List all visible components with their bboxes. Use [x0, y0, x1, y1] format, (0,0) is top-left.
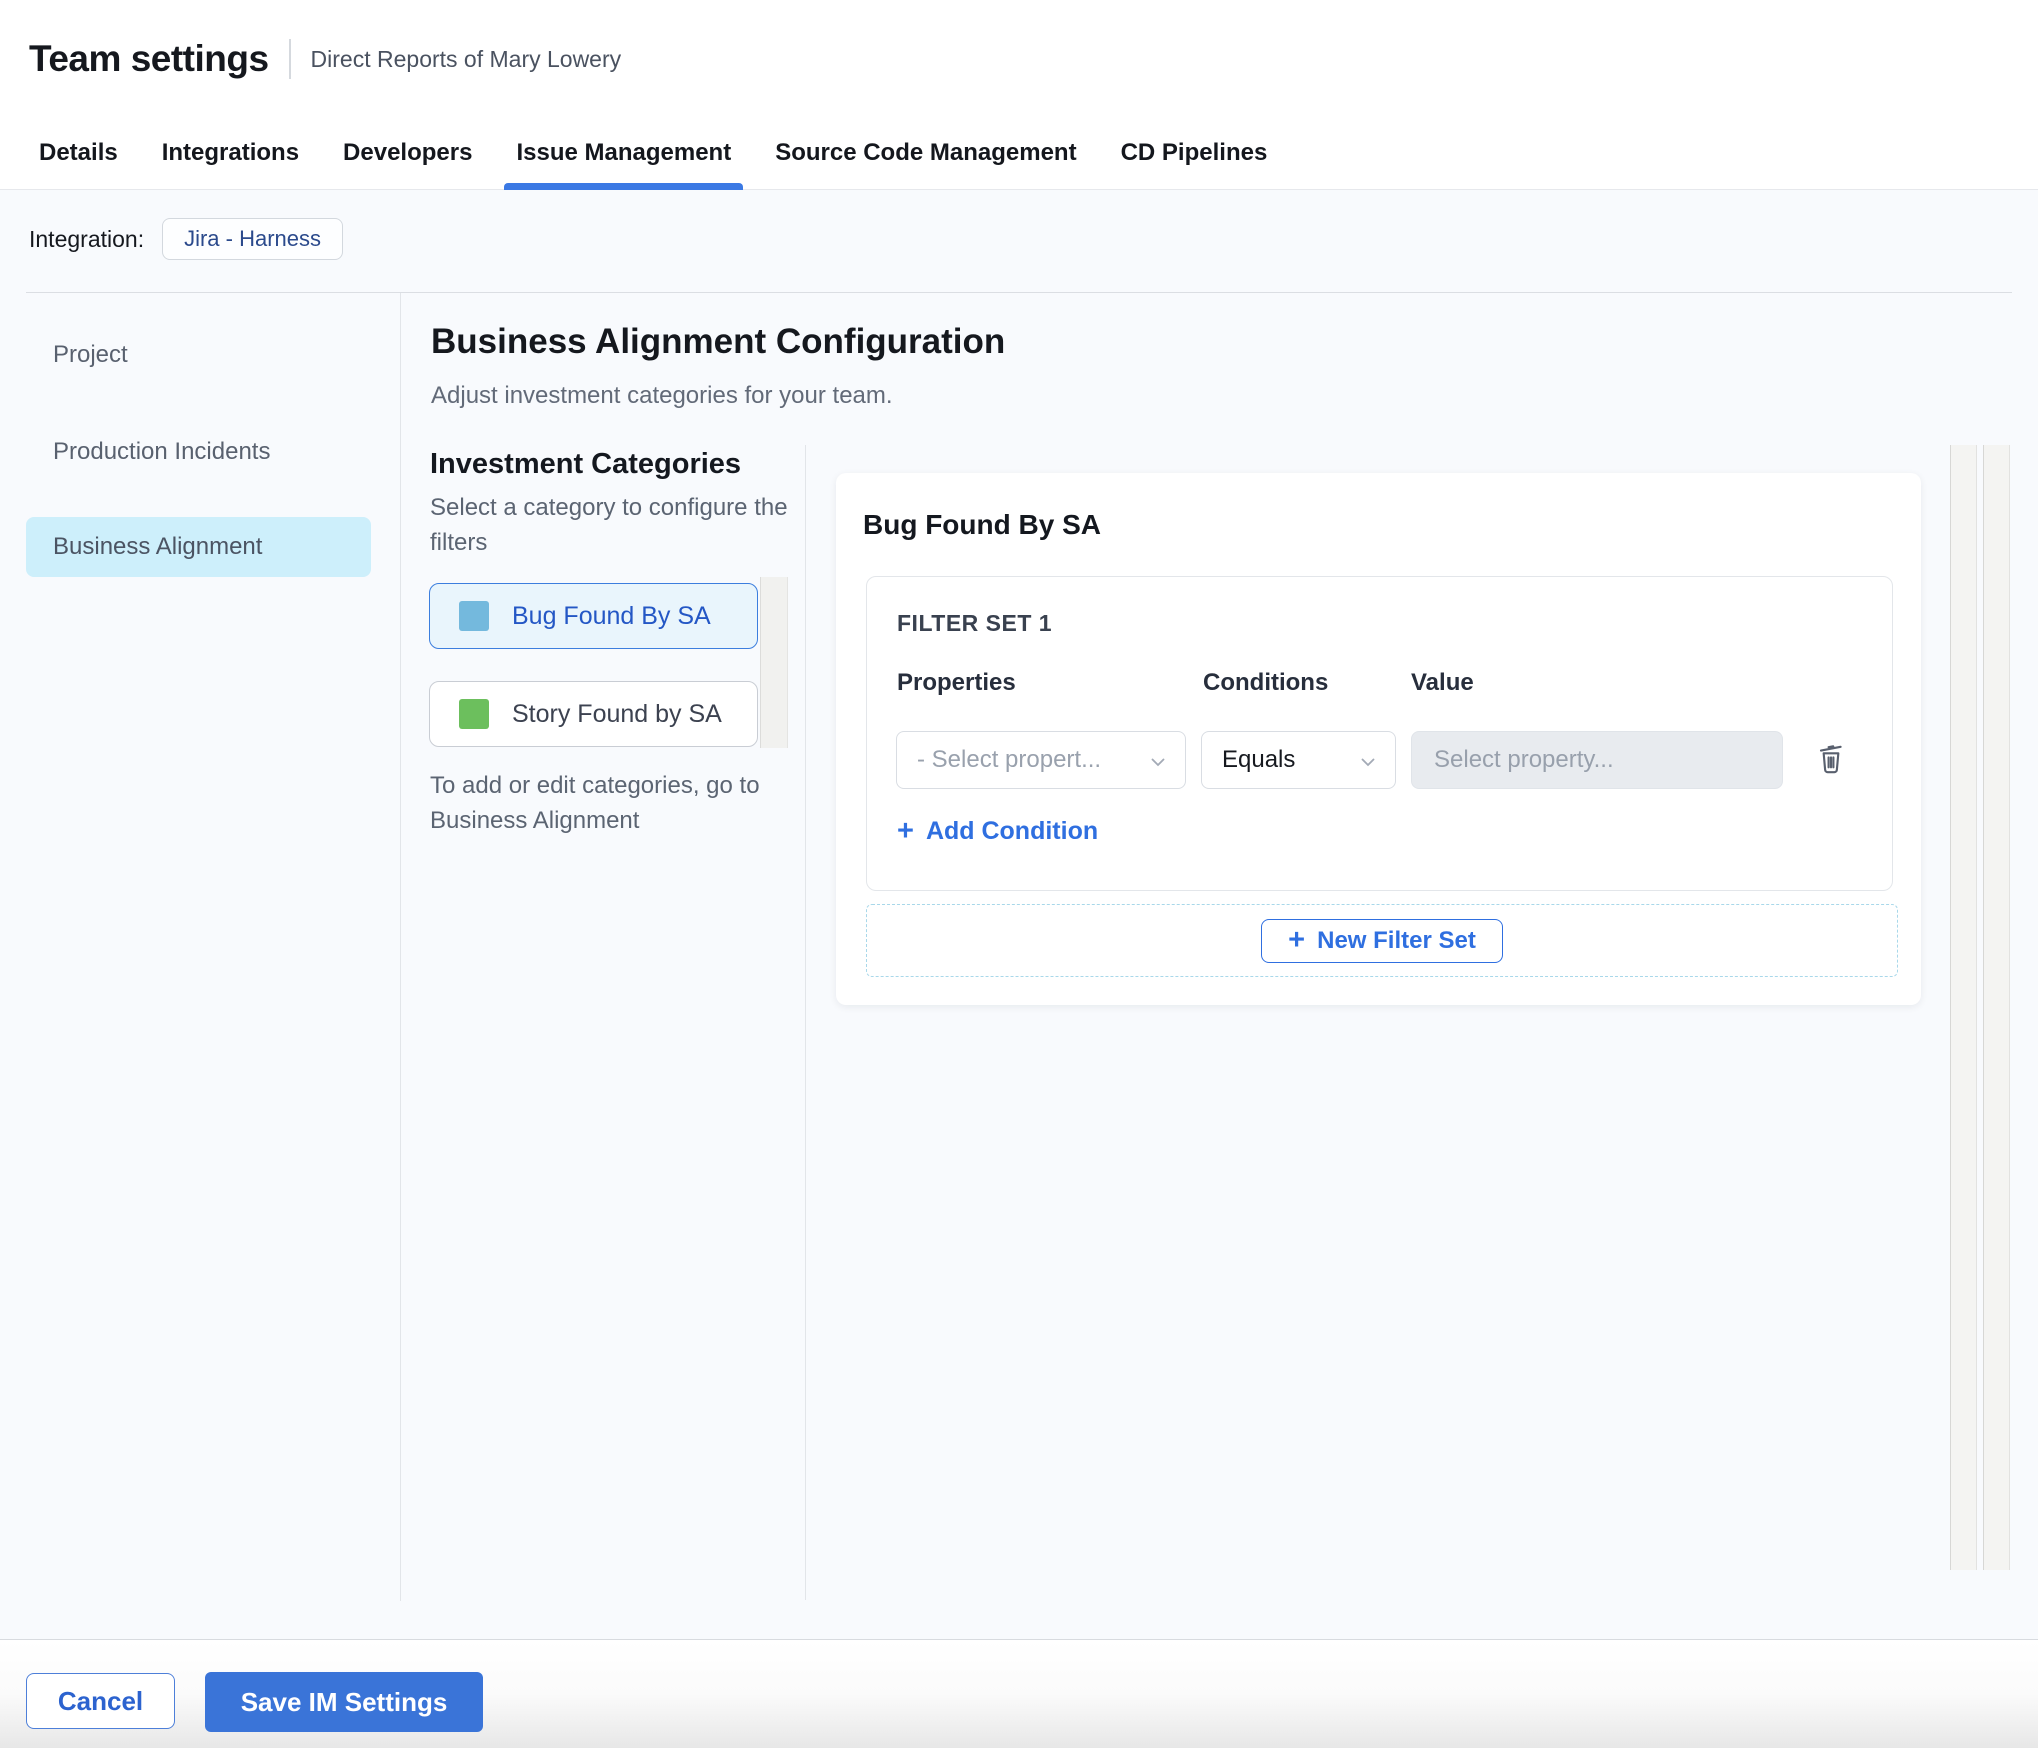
delete-condition-button[interactable] — [1811, 735, 1851, 783]
filter-set: FILTER SET 1 Properties Conditions Value… — [866, 576, 1893, 891]
add-condition-button[interactable]: + Add Condition — [897, 817, 1098, 846]
sidebar-item-business-alignment[interactable]: Business Alignment — [26, 517, 371, 577]
sidebar-divider — [400, 293, 401, 1601]
categories-note: To add or edit categories, go to Busines… — [430, 772, 760, 834]
tab-issue-management[interactable]: Issue Management — [504, 117, 743, 190]
page-title: Team settings — [29, 37, 269, 79]
tab-details[interactable]: Details — [39, 117, 118, 189]
category-bug-found-by-sa[interactable]: Bug Found By SA — [429, 583, 758, 649]
bug-category-swatch-icon — [459, 601, 489, 631]
value-column-header: Value — [1411, 669, 1474, 696]
investment-categories-title: Investment Categories — [430, 448, 742, 480]
page-header: Team settings Direct Reports of Mary Low… — [0, 0, 2038, 117]
new-filter-set-label: New Filter Set — [1317, 926, 1476, 954]
value-input[interactable] — [1411, 731, 1783, 789]
add-condition-label: Add Condition — [925, 817, 1099, 845]
horizontal-divider — [26, 292, 2012, 293]
team-settings-page: Team settings Direct Reports of Mary Low… — [0, 0, 2038, 1748]
chevron-down-icon — [1361, 746, 1375, 774]
new-filter-set-button[interactable]: + New Filter Set — [1261, 918, 1503, 963]
filter-card-title: Bug Found By SA — [863, 509, 1101, 540]
trash-icon — [1815, 739, 1847, 780]
tab-integrations[interactable]: Integrations — [162, 117, 299, 189]
save-im-settings-button[interactable]: Save IM Settings — [205, 1672, 483, 1732]
footer-bar: Cancel Save IM Settings — [0, 1639, 2038, 1748]
category-list-scrollbar[interactable] — [760, 577, 788, 748]
integration-chip[interactable]: Jira - Harness — [162, 218, 344, 260]
tab-developers[interactable]: Developers — [343, 117, 472, 189]
category-story-found-by-sa[interactable]: Story Found by SA — [429, 681, 758, 747]
content-area: Integration: Jira - Harness Project Prod… — [0, 190, 2038, 1639]
properties-column-header: Properties — [897, 669, 1016, 696]
conditions-column-header: Conditions — [1203, 669, 1329, 696]
section-subtitle: Adjust investment categories for your te… — [431, 382, 893, 409]
category-label: Bug Found By SA — [512, 601, 711, 630]
panel-scrollbar[interactable] — [1950, 445, 1977, 1570]
investment-categories-description: Select a category to configure the filte… — [430, 494, 788, 556]
cancel-button[interactable]: Cancel — [26, 1673, 175, 1729]
tab-source-code-management[interactable]: Source Code Management — [775, 117, 1076, 189]
plus-icon: + — [897, 815, 914, 847]
integration-row: Integration: Jira - Harness — [29, 218, 344, 260]
plus-icon: + — [1288, 924, 1306, 956]
chevron-down-icon — [1151, 746, 1165, 774]
categories-divider — [805, 445, 806, 1600]
property-select-placeholder: - Select propert... — [917, 746, 1102, 773]
filter-set-title: FILTER SET 1 — [897, 610, 1053, 636]
section-title: Business Alignment Configuration — [431, 322, 1006, 361]
property-select[interactable]: - Select propert... — [896, 731, 1186, 789]
category-label: Story Found by SA — [512, 699, 722, 728]
filter-config-card: Bug Found By SA FILTER SET 1 Properties … — [836, 473, 1921, 1005]
integration-label: Integration: — [29, 225, 145, 252]
sidebar-item-project[interactable]: Project — [53, 341, 128, 369]
condition-select-value: Equals — [1222, 746, 1296, 773]
settings-tabbar: Details Integrations Developers Issue Ma… — [0, 117, 2038, 190]
page-subtitle: Direct Reports of Mary Lowery — [288, 38, 621, 79]
sidebar-item-production-incidents[interactable]: Production Incidents — [53, 438, 270, 466]
story-category-swatch-icon — [459, 699, 489, 729]
page-scrollbar[interactable] — [1983, 445, 2010, 1570]
condition-select[interactable]: Equals — [1201, 731, 1396, 789]
new-filter-set-zone: + New Filter Set — [866, 904, 1898, 977]
tab-cd-pipelines[interactable]: CD Pipelines — [1121, 117, 1268, 189]
